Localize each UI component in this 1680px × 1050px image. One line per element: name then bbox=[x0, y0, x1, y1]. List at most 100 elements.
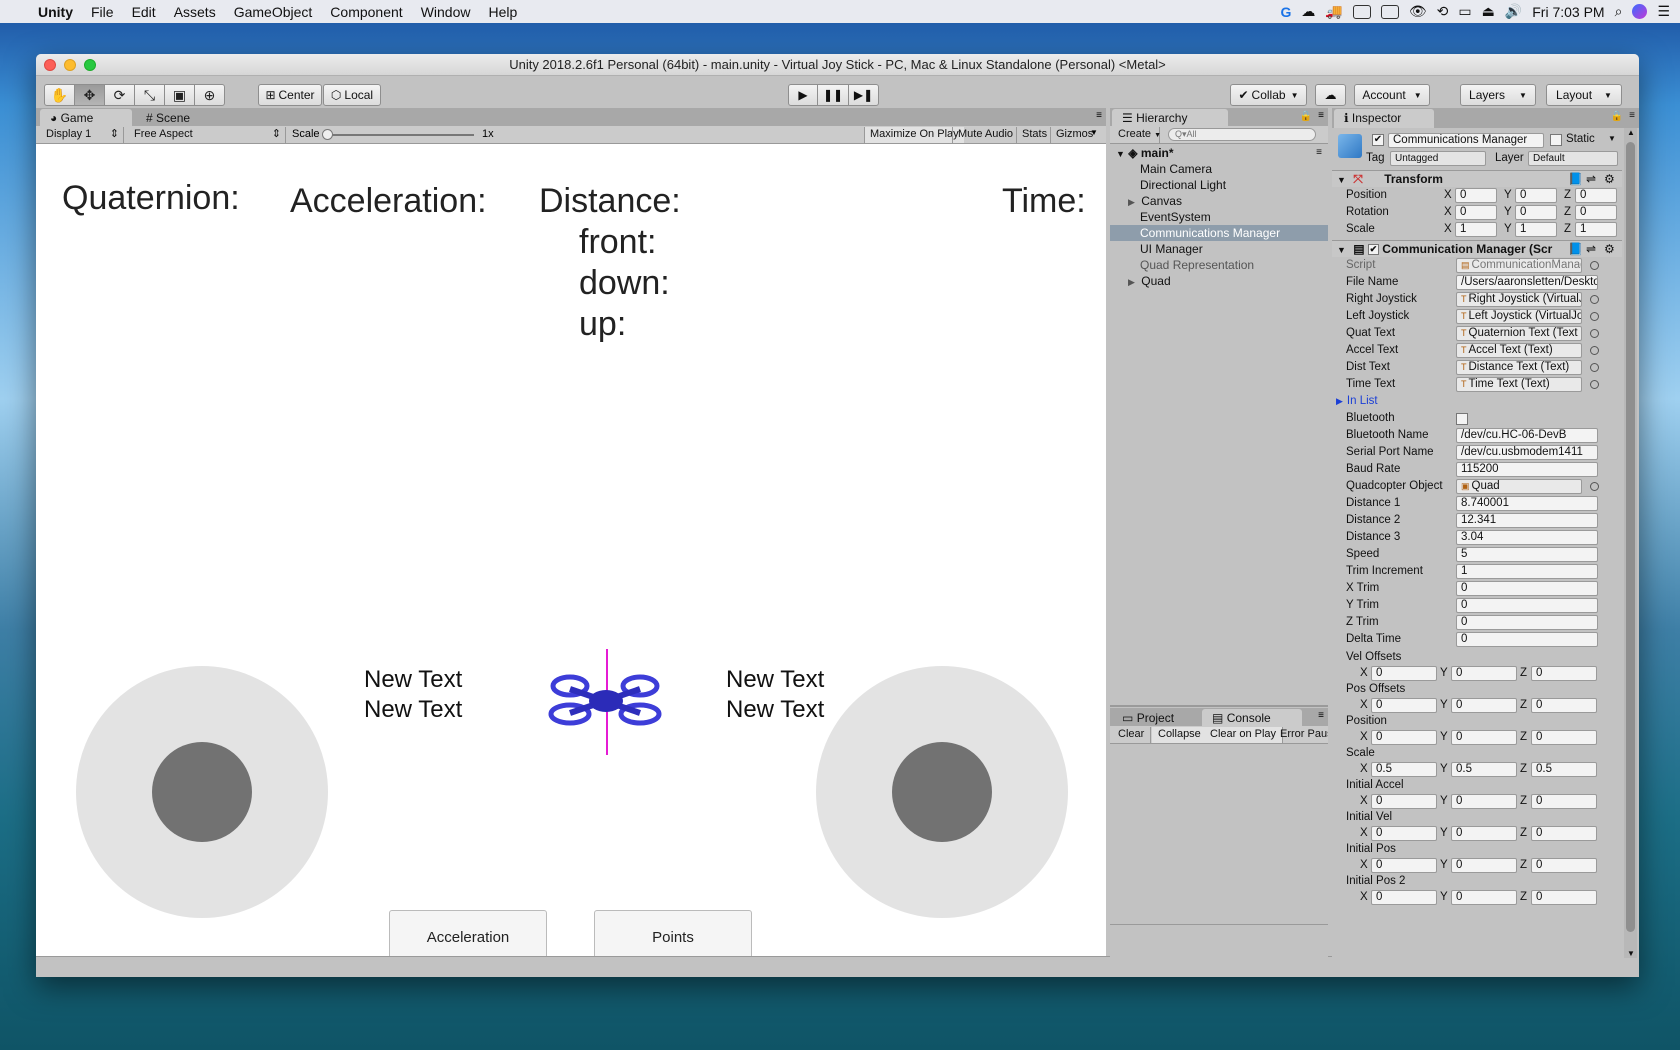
cloud-icon[interactable]: ☁ bbox=[1301, 3, 1315, 20]
y-trim-field[interactable]: 0 bbox=[1456, 598, 1598, 613]
left-joystick-field[interactable]: T Left Joystick (VirtualJoy bbox=[1456, 309, 1582, 324]
distance-3-field[interactable]: 3.04 bbox=[1456, 530, 1598, 545]
layout-dropdown[interactable]: Layout ▼ bbox=[1546, 84, 1622, 106]
menu-app-name[interactable]: Unity bbox=[29, 4, 82, 20]
position-x-input[interactable]: 0 bbox=[1371, 730, 1437, 745]
preset-icon[interactable]: ⇌ bbox=[1586, 241, 1596, 258]
preset-icon[interactable]: ⇌ bbox=[1586, 171, 1596, 188]
help-icon[interactable]: 📘 bbox=[1568, 241, 1583, 258]
hierarchy-item-quad-representation[interactable]: Quad Representation bbox=[1110, 257, 1328, 273]
status-g-icon[interactable]: G bbox=[1280, 4, 1291, 20]
eject-icon[interactable]: ⏏ bbox=[1482, 3, 1495, 20]
object-picker-icon[interactable] bbox=[1590, 346, 1599, 355]
zoom-window-button[interactable] bbox=[84, 59, 96, 71]
object-picker-icon[interactable] bbox=[1590, 312, 1599, 321]
game-view[interactable]: Quaternion: Acceleration: Distance: fron… bbox=[36, 144, 1106, 956]
account-dropdown[interactable]: Account ▼ bbox=[1354, 84, 1430, 106]
baud-rate-field[interactable]: 115200 bbox=[1456, 462, 1598, 477]
distance-1-field[interactable]: 8.740001 bbox=[1456, 496, 1598, 511]
hand-tool-button[interactable]: ✋ bbox=[44, 84, 75, 106]
object-picker-icon[interactable] bbox=[1590, 295, 1599, 304]
layers-dropdown[interactable]: Layers ▼ bbox=[1460, 84, 1536, 106]
close-window-button[interactable] bbox=[44, 59, 56, 71]
quat-text-field[interactable]: T Quaternion Text (Text bbox=[1456, 326, 1582, 341]
siri-icon[interactable] bbox=[1632, 4, 1648, 19]
left-joystick-knob[interactable] bbox=[152, 742, 252, 842]
pause-button[interactable]: ❚❚ bbox=[817, 84, 849, 106]
hierarchy-item-canvas[interactable]: ▶ Canvas bbox=[1110, 193, 1328, 209]
expand-arrow-icon[interactable]: ▼ bbox=[1337, 175, 1346, 185]
points-button[interactable]: Points bbox=[594, 910, 752, 956]
transform-header[interactable]: ▼ ⤧ Transform 📘 ⇌ ⚙ bbox=[1332, 170, 1622, 187]
expand-arrow-icon[interactable]: ▼ bbox=[1337, 245, 1346, 255]
inspector-scrollbar[interactable]: ▲ ▼ bbox=[1624, 128, 1637, 958]
initial-accel-z-input[interactable]: 0 bbox=[1531, 794, 1597, 809]
console-log-area[interactable] bbox=[1110, 745, 1328, 925]
hierarchy-item-communications-manager[interactable]: Communications Manager bbox=[1110, 225, 1328, 241]
pivot-local-button[interactable]: ⬡ Local bbox=[323, 84, 381, 106]
hierarchy-item-eventsystem[interactable]: EventSystem bbox=[1110, 209, 1328, 225]
console-clear-button[interactable]: Clear bbox=[1112, 727, 1152, 743]
position-z-input[interactable]: 0 bbox=[1531, 730, 1597, 745]
volume-icon[interactable]: 🔊 bbox=[1505, 3, 1522, 20]
transform-position-z-input[interactable]: 0 bbox=[1575, 188, 1617, 203]
menu-help[interactable]: Help bbox=[479, 4, 526, 20]
component-header[interactable]: ▼ ▤ ✔ Communication Manager (Scr 📘 ⇌ ⚙ bbox=[1332, 240, 1622, 257]
clock[interactable]: Fri 7:03 PM bbox=[1532, 4, 1604, 20]
static-checkbox[interactable] bbox=[1550, 134, 1562, 146]
initial-pos-2-x-input[interactable]: 0 bbox=[1371, 890, 1437, 905]
expand-arrow-icon[interactable]: ▶ bbox=[1128, 197, 1135, 207]
expand-arrow-icon[interactable]: ▼ bbox=[1116, 149, 1125, 159]
hierarchy-search-input[interactable]: Q▾All bbox=[1168, 128, 1316, 141]
delta-time-field[interactable]: 0 bbox=[1456, 632, 1598, 647]
scale-slider-thumb[interactable] bbox=[322, 129, 333, 140]
hierarchy-item-ui-manager[interactable]: UI Manager bbox=[1110, 241, 1328, 257]
display-dropdown[interactable]: Display 1 ⇕ bbox=[40, 127, 124, 143]
play-button[interactable]: ▶ bbox=[788, 84, 818, 106]
console-collapse-button[interactable]: Collapse bbox=[1152, 727, 1208, 743]
object-picker-icon[interactable] bbox=[1590, 482, 1599, 491]
scrollbar-thumb[interactable] bbox=[1626, 142, 1635, 932]
maximize-on-play-button[interactable]: Maximize On Play bbox=[864, 127, 964, 143]
panel-menu-icon[interactable]: ≡ bbox=[1316, 145, 1322, 161]
scale-tool-button[interactable]: ⤡ bbox=[134, 84, 165, 106]
transform-tool-button[interactable]: ⊕ bbox=[194, 84, 225, 106]
accel-text-field[interactable]: T Accel Text (Text) bbox=[1456, 343, 1582, 358]
scale-z-input[interactable]: 0.5 bbox=[1531, 762, 1597, 777]
right-joystick-knob[interactable] bbox=[892, 742, 992, 842]
rect-tool-button[interactable]: ▣ bbox=[164, 84, 195, 106]
tag-dropdown[interactable]: Untagged bbox=[1390, 151, 1486, 166]
minimize-window-button[interactable] bbox=[64, 59, 76, 71]
chevron-down-icon[interactable]: ▼ bbox=[1090, 128, 1098, 137]
menu-assets[interactable]: Assets bbox=[165, 4, 225, 20]
pos-offsets-x-input[interactable]: 0 bbox=[1371, 698, 1437, 713]
vel-offsets-x-input[interactable]: 0 bbox=[1371, 666, 1437, 681]
time-machine-icon[interactable]: ⟲ bbox=[1437, 3, 1449, 20]
expand-arrow-icon[interactable]: ▶ bbox=[1128, 277, 1135, 287]
panel-menu-icon[interactable]: ≡ bbox=[1318, 710, 1324, 721]
hierarchy-item-quad[interactable]: ▶ Quad bbox=[1110, 273, 1328, 289]
initial-accel-y-input[interactable]: 0 bbox=[1451, 794, 1517, 809]
layer-dropdown[interactable]: Default bbox=[1528, 151, 1618, 166]
square-icon[interactable] bbox=[1352, 4, 1371, 19]
initial-pos-2-y-input[interactable]: 0 bbox=[1451, 890, 1517, 905]
truck-icon[interactable]: 🚚 bbox=[1325, 3, 1342, 20]
x-trim-field[interactable]: 0 bbox=[1456, 581, 1598, 596]
menu-gameobject[interactable]: GameObject bbox=[225, 4, 322, 20]
transform-position-y-input[interactable]: 0 bbox=[1515, 188, 1557, 203]
object-picker-icon[interactable] bbox=[1590, 380, 1599, 389]
object-name-input[interactable]: Communications Manager bbox=[1388, 133, 1544, 148]
scale-y-input[interactable]: 0.5 bbox=[1451, 762, 1517, 777]
panel-menu-icon[interactable]: ≡ bbox=[1096, 110, 1102, 121]
z-trim-field[interactable]: 0 bbox=[1456, 615, 1598, 630]
initial-accel-x-input[interactable]: 0 bbox=[1371, 794, 1437, 809]
transform-scale-y-input[interactable]: 1 bbox=[1515, 222, 1557, 237]
serial-port-name-field[interactable]: /dev/cu.usbmodem1411 bbox=[1456, 445, 1598, 460]
distance-2-field[interactable]: 12.341 bbox=[1456, 513, 1598, 528]
vel-offsets-z-input[interactable]: 0 bbox=[1531, 666, 1597, 681]
left-joystick[interactable] bbox=[76, 666, 328, 918]
position-y-input[interactable]: 0 bbox=[1451, 730, 1517, 745]
move-tool-button[interactable]: ✥ bbox=[74, 84, 105, 106]
airplay-icon[interactable]: ▭ bbox=[1458, 3, 1471, 20]
trim-increment-field[interactable]: 1 bbox=[1456, 564, 1598, 579]
